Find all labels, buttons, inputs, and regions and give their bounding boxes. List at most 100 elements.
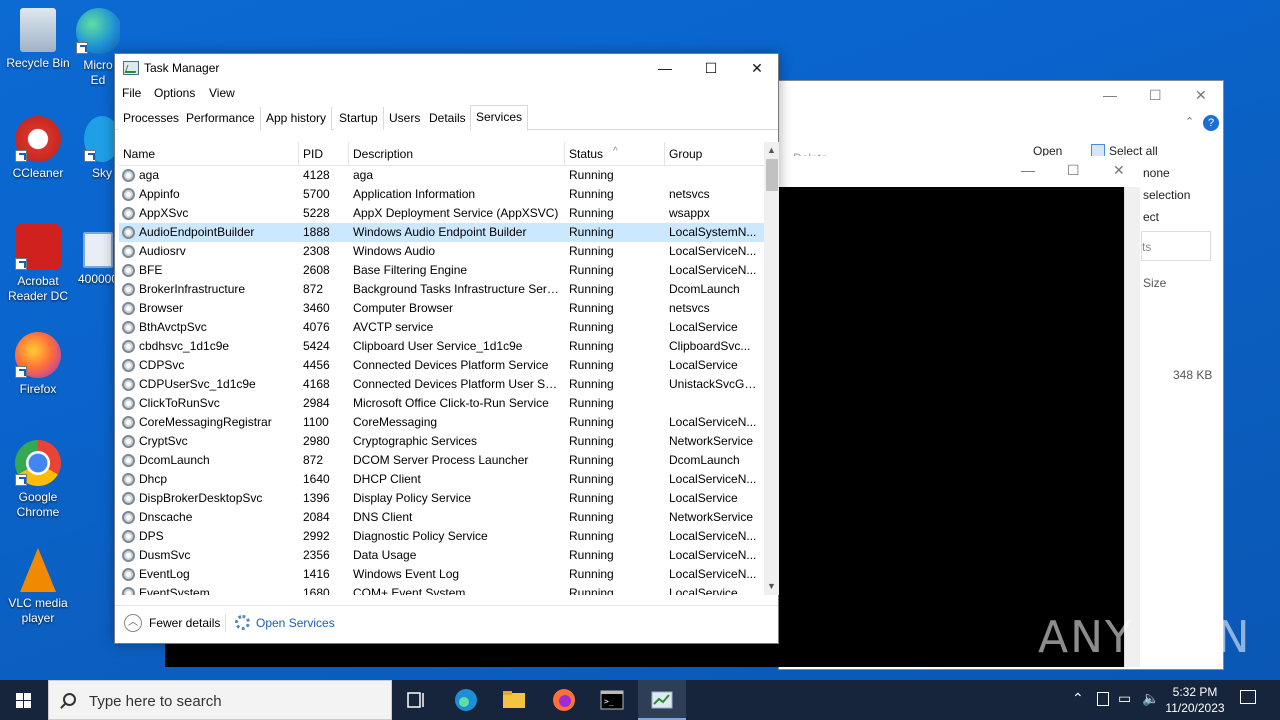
- close-icon[interactable]: ✕: [1195, 87, 1207, 104]
- taskbar-firefox[interactable]: [540, 680, 588, 720]
- service-status: Running: [569, 282, 614, 296]
- table-row[interactable]: CoreMessagingRegistrar 1100 CoreMessaging R…: [119, 413, 764, 432]
- service-group: LocalServiceN...: [669, 567, 757, 581]
- start-button[interactable]: [0, 680, 48, 720]
- desktop-icon-label: Recycle Bin: [6, 56, 70, 70]
- minimize-icon[interactable]: —: [1021, 162, 1035, 178]
- table-row[interactable]: Dhcp 1640 DHCP Client Running LocalServiceN.…: [119, 470, 764, 489]
- title-bar[interactable]: Task Manager — ☐ ✕: [115, 54, 778, 82]
- search-box[interactable]: ts: [1141, 231, 1211, 261]
- table-row[interactable]: BFE 2608 Base Filtering Engine Running Local…: [119, 261, 764, 280]
- table-row[interactable]: EventSystem 1680 COM+ Event System Running L…: [119, 584, 764, 595]
- chrome-icon: [15, 440, 61, 486]
- network-icon[interactable]: ▭: [1118, 690, 1131, 707]
- taskbar-edge[interactable]: [442, 680, 490, 720]
- console-window-content[interactable]: [778, 187, 1124, 667]
- chevron-up-icon[interactable]: ︿: [124, 614, 142, 632]
- maximize-icon[interactable]: ☐: [1149, 87, 1162, 104]
- file-size: 348 KB: [1173, 368, 1213, 382]
- table-row[interactable]: DispBrokerDesktopSvc 1396 Display Policy S…: [119, 489, 764, 508]
- table-row[interactable]: BthAvctpSvc 4076 AVCTP service Running Local…: [119, 318, 764, 337]
- table-row[interactable]: DcomLaunch 872 DCOM Server Process Launche…: [119, 451, 764, 470]
- tab-startup[interactable]: Startup: [334, 107, 384, 130]
- fewer-details-button[interactable]: Fewer details: [149, 616, 220, 630]
- close-button[interactable]: ✕: [734, 54, 780, 82]
- table-row[interactable]: AppXSvc 5228 AppX Deployment Service (AppX…: [119, 204, 764, 223]
- column-header-description[interactable]: Description: [349, 142, 565, 166]
- tab-users[interactable]: Users: [384, 107, 427, 130]
- desktop-icon-vlc[interactable]: VLC media player: [0, 548, 76, 626]
- notification-device-icon[interactable]: [1097, 692, 1109, 706]
- open-services-link[interactable]: Open Services: [256, 616, 335, 630]
- status-header-label: Status: [569, 147, 604, 161]
- services-gear-icon[interactable]: [235, 615, 250, 630]
- taskbar-cmd[interactable]: >_: [588, 680, 636, 720]
- service-description: Clipboard User Service_1d1c9e: [353, 339, 523, 353]
- desktop-icon-acrobat[interactable]: Acrobat Reader DC: [0, 224, 76, 304]
- help-icon[interactable]: ?: [1203, 115, 1219, 131]
- table-row[interactable]: CryptSvc 2980 Cryptographic Services Runnin…: [119, 432, 764, 451]
- vertical-scrollbar[interactable]: ▲ ▼: [764, 142, 779, 595]
- console-scrollbar[interactable]: [1124, 187, 1140, 667]
- service-description: DCOM Server Process Launcher: [353, 453, 529, 467]
- service-pid: 2980: [303, 434, 330, 448]
- table-row[interactable]: AudioEndpointBuilder 1888 Windows Audio En…: [119, 223, 764, 242]
- console-window-titlebar[interactable]: — ☐ ✕: [778, 156, 1140, 188]
- table-row[interactable]: Audiosrv 2308 Windows Audio Running LocalSer…: [119, 242, 764, 261]
- menu-view[interactable]: View: [209, 86, 235, 100]
- taskbar-search-box[interactable]: Type here to search: [48, 680, 392, 720]
- menu-options[interactable]: Options: [154, 86, 195, 100]
- invert-selection-button[interactable]: selection: [1143, 188, 1190, 202]
- table-row[interactable]: cbdhsvc_1d1c9e 5424 Clipboard User Service…: [119, 337, 764, 356]
- taskbar-task-manager[interactable]: [638, 680, 686, 720]
- maximize-button[interactable]: ☐: [688, 54, 734, 82]
- table-row[interactable]: Dnscache 2084 DNS Client Running NetworkServ…: [119, 508, 764, 527]
- task-view-icon: [407, 692, 424, 708]
- desktop-icon-firefox[interactable]: Firefox: [0, 332, 76, 397]
- close-icon[interactable]: ✕: [1113, 162, 1125, 179]
- action-center-icon[interactable]: [1240, 690, 1256, 704]
- column-header-group[interactable]: Group: [665, 142, 764, 166]
- scrollbar-thumb[interactable]: [766, 159, 778, 191]
- task-view-button[interactable]: [392, 680, 440, 720]
- task-manager-window[interactable]: Task Manager — ☐ ✕ File Options View Pro…: [114, 53, 779, 644]
- tab-app-history[interactable]: App history: [261, 107, 333, 130]
- maximize-icon[interactable]: ☐: [1067, 162, 1080, 179]
- column-header-name[interactable]: Name: [119, 142, 299, 166]
- select-none-button[interactable]: none: [1143, 166, 1170, 180]
- volume-icon[interactable]: 🔈: [1142, 690, 1159, 707]
- column-header-pid[interactable]: PID: [299, 142, 349, 166]
- scroll-up-icon[interactable]: ▲: [764, 143, 779, 158]
- clock-time: 5:32 PM: [1172, 685, 1218, 699]
- table-row[interactable]: ClickToRunSvc 2984 Microsoft Office Click-…: [119, 394, 764, 413]
- minimize-icon[interactable]: —: [1103, 87, 1117, 103]
- table-row[interactable]: DPS 2992 Diagnostic Policy Service Running L…: [119, 527, 764, 546]
- service-group: UnistackSvcGr...: [669, 377, 757, 391]
- table-row[interactable]: aga 4128 aga Running: [119, 166, 764, 185]
- table-row[interactable]: Appinfo 5700 Application Information Runnin…: [119, 185, 764, 204]
- column-header-size[interactable]: Size: [1143, 276, 1166, 290]
- chevron-up-icon[interactable]: ⌃: [1072, 690, 1084, 707]
- desktop-icon-chrome[interactable]: Google Chrome: [0, 440, 76, 520]
- service-group: wsappx: [669, 206, 710, 220]
- table-row[interactable]: CDPSvc 4456 Connected Devices Platform Ser…: [119, 356, 764, 375]
- table-row[interactable]: Browser 3460 Computer Browser Running netsvc…: [119, 299, 764, 318]
- desktop-icon-ccleaner[interactable]: CCleaner: [0, 116, 76, 181]
- tab-details[interactable]: Details: [424, 107, 472, 130]
- chevron-up-icon[interactable]: ⌃: [1185, 115, 1194, 128]
- tab-processes[interactable]: Processes: [118, 107, 186, 130]
- desktop-icon-recycle-bin[interactable]: Recycle Bin: [0, 8, 76, 71]
- tab-performance[interactable]: Performance: [181, 107, 261, 130]
- table-row[interactable]: CDPUserSvc_1d1c9e 4168 Connected Devices P…: [119, 375, 764, 394]
- table-row[interactable]: BrokerInfrastructure 872 Background Tasks …: [119, 280, 764, 299]
- scroll-down-icon[interactable]: ▼: [764, 579, 779, 594]
- taskbar-file-explorer[interactable]: [490, 680, 538, 720]
- minimize-button[interactable]: —: [642, 54, 688, 82]
- clock[interactable]: 5:32 PM 11/20/2023: [1160, 684, 1230, 716]
- table-row[interactable]: DusmSvc 2356 Data Usage Running LocalService…: [119, 546, 764, 565]
- service-description: Background Tasks Infrastructure Serv...: [353, 282, 561, 296]
- tab-services[interactable]: Services: [470, 105, 529, 131]
- column-header-status[interactable]: Status ^: [565, 142, 665, 166]
- table-row[interactable]: EventLog 1416 Windows Event Log Running Loca…: [119, 565, 764, 584]
- menu-file[interactable]: File: [122, 86, 141, 100]
